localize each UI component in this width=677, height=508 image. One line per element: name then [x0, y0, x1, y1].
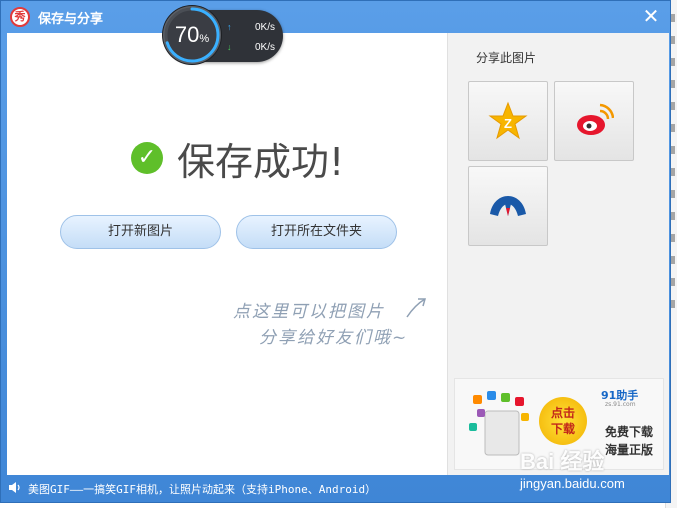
app-logo-icon: 秀 [10, 7, 30, 27]
open-folder-button[interactable]: 打开所在文件夹 [236, 215, 397, 249]
window-title: 保存与分享 [38, 12, 104, 27]
download-arrow-icon: ↓ [227, 42, 232, 52]
save-share-dialog: 秀 保存与分享 ✕ ✓ 保存成功! 打开新图片 打开所在文件夹 点这里可以把图片… [0, 0, 671, 503]
baidu-watermark-url: jingyan.baidu.com [520, 476, 625, 491]
hint-arrow-icon [406, 298, 426, 318]
ad-line2: 海量正版 [605, 443, 654, 457]
result-panel: ✓ 保存成功! 打开新图片 打开所在文件夹 点这里可以把图片 分享给好友们哦~ [7, 33, 447, 475]
share-hint-line1: 点这里可以把图片 [233, 302, 385, 322]
renren-icon [490, 196, 526, 216]
share-panel: 分享此图片 Z 点击 下载 91助手 zs.91.com 免费下载 海量正版 [447, 33, 669, 475]
download-speed: ↓ 0K/s [227, 42, 275, 53]
share-hint: 点这里可以把图片 分享给好友们哦~ [233, 299, 408, 351]
check-circle-icon: ✓ [131, 142, 163, 174]
speed-percent: 70% [174, 22, 210, 47]
baidu-watermark: Bai 经验 [520, 449, 605, 474]
open-new-image-button[interactable]: 打开新图片 [60, 215, 221, 249]
share-title: 分享此图片 [476, 51, 537, 65]
speaker-icon [9, 482, 20, 493]
share-renren-button[interactable] [468, 166, 548, 246]
upload-speed: ↑ 0K/s [227, 22, 275, 33]
share-weibo-button[interactable] [554, 81, 634, 161]
share-hint-line2: 分享给好友们哦~ [259, 328, 409, 348]
weibo-icon [577, 103, 614, 135]
qzone-icon: Z [488, 101, 528, 140]
upload-arrow-icon: ↑ [227, 22, 232, 32]
speed-widget: 70% ↑ 0K/s ↓ 0K/s [163, 6, 283, 64]
success-text: 保存成功! [177, 139, 345, 184]
share-qzone-button[interactable]: Z [468, 81, 548, 161]
ad-brand-url: zs.91.com [605, 401, 636, 408]
dialog-body: ✓ 保存成功! 打开新图片 打开所在文件夹 点这里可以把图片 分享给好友们哦~ … [7, 33, 669, 475]
title-bar: 秀 保存与分享 ✕ [1, 1, 670, 33]
success-message: ✓ 保存成功! [131, 133, 345, 184]
close-button[interactable]: ✕ [641, 6, 661, 26]
svg-text:Z: Z [504, 116, 512, 131]
status-announcement-link[interactable]: 美图GIF——一搞笑GIF相机，让照片动起来（支持iPhone、Android） [28, 481, 376, 497]
speed-gauge: 70% [163, 6, 221, 64]
ad-download-button[interactable]: 点击 下载 [539, 397, 587, 445]
ad-line1: 免费下载 [605, 425, 654, 439]
